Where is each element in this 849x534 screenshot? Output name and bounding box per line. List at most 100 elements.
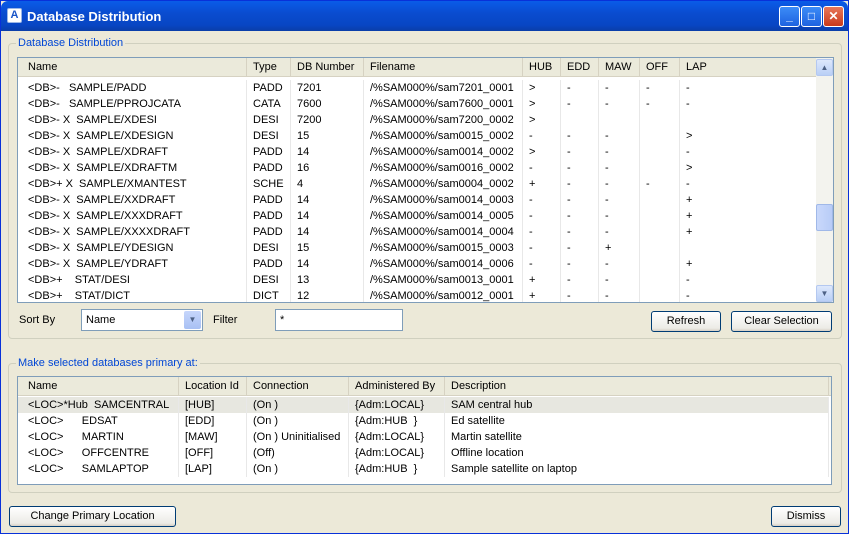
- table-cell: -: [561, 256, 599, 272]
- table-cell: -: [680, 80, 817, 96]
- title-bar[interactable]: A Database Distribution _ □ ✕: [1, 1, 848, 31]
- column-header[interactable]: Name: [22, 58, 247, 76]
- table-cell: [640, 256, 680, 272]
- table-cell: /%SAM000%/sam0014_0003: [364, 192, 523, 208]
- table-row[interactable]: <DB>- SAMPLE/PADD PADD 7201/%SAM000%/sam72…: [18, 80, 817, 96]
- table-cell: /%SAM000%/sam0014_0002: [364, 144, 523, 160]
- table-cell: SAM central hub: [445, 397, 829, 413]
- table-cell: /%SAM000%/sam0013_0001: [364, 272, 523, 288]
- column-header[interactable]: Name: [22, 377, 179, 395]
- table-cell: 14: [291, 256, 364, 272]
- table-cell: -: [599, 160, 640, 176]
- table-cell: -: [561, 288, 599, 302]
- table-cell: [640, 144, 680, 160]
- table-cell: (Off): [247, 445, 349, 461]
- table-cell: -: [561, 128, 599, 144]
- column-header[interactable]: EDD: [561, 58, 599, 76]
- scroll-thumb[interactable]: [816, 204, 833, 231]
- change-primary-location-button[interactable]: Change Primary Location: [9, 506, 176, 527]
- table-cell: 16: [291, 160, 364, 176]
- primary-location-group-label: Make selected databases primary at:: [16, 357, 200, 369]
- table-cell: [640, 288, 680, 302]
- column-header[interactable]: LAP: [680, 58, 817, 76]
- table-cell: <DB>- X SAMPLE/XDRAFTM: [22, 160, 247, 176]
- table-cell: [640, 224, 680, 240]
- table-cell: >: [680, 160, 817, 176]
- table-row[interactable]: <DB>+ X SAMPLE/XMANTEST SCHE 4/%SAM000%/sa…: [18, 176, 817, 192]
- column-header[interactable]: Location Id: [179, 377, 247, 395]
- table-row[interactable]: <DB>- X SAMPLE/XDRAFTM PADD 16/%SAM000%/sa…: [18, 160, 817, 176]
- table-cell: 4: [291, 176, 364, 192]
- table-cell: DESI: [247, 272, 291, 288]
- table-row[interactable]: <DB>- SAMPLE/PPROJCATA CATA 7600/%SAM000%/…: [18, 96, 817, 112]
- table-cell: -: [561, 176, 599, 192]
- clear-selection-button[interactable]: Clear Selection: [731, 311, 832, 332]
- table-row[interactable]: <LOC>*Hub SAMCENTRAL [HUB] (On ) {Adm:LOCAL…: [18, 397, 829, 413]
- column-header[interactable]: Type: [247, 58, 291, 76]
- table-cell: /%SAM000%/sam0014_0004: [364, 224, 523, 240]
- table-cell: (On ): [247, 413, 349, 429]
- column-header[interactable]: Administered By: [349, 377, 445, 395]
- table-cell: -: [561, 96, 599, 112]
- table-cell: DICT: [247, 288, 291, 302]
- scroll-down-arrow-icon[interactable]: ▼: [816, 285, 833, 302]
- minimize-button[interactable]: _: [779, 6, 800, 27]
- table-cell: -: [680, 144, 817, 160]
- table-row[interactable]: <DB>- X SAMPLE/XDESIGN DESI 15/%SAM000%/sa…: [18, 128, 817, 144]
- table-row[interactable]: <DB>- X SAMPLE/XDRAFT PADD 14/%SAM000%/sam…: [18, 144, 817, 160]
- table-row[interactable]: <DB>- X SAMPLE/YDESIGN DESI 15/%SAM000%/sa…: [18, 240, 817, 256]
- chevron-down-icon[interactable]: ▼: [184, 311, 201, 329]
- table-cell: /%SAM000%/sam0012_0001: [364, 288, 523, 302]
- scroll-up-arrow-icon[interactable]: ▲: [816, 59, 833, 76]
- table-cell: 7201: [291, 80, 364, 96]
- table-cell: -: [599, 192, 640, 208]
- table-cell: [HUB]: [179, 397, 247, 413]
- maximize-button[interactable]: □: [801, 6, 822, 27]
- table-row[interactable]: <DB>- X SAMPLE/XXDRAFT PADD 14/%SAM000%/sa…: [18, 192, 817, 208]
- column-header[interactable]: Description: [445, 377, 829, 395]
- table-cell: PADD: [247, 160, 291, 176]
- table-cell: -: [523, 208, 561, 224]
- location-list[interactable]: Name Location Id Connection Administered By…: [17, 376, 832, 485]
- column-header[interactable]: OFF: [640, 58, 680, 76]
- table-cell: SCHE: [247, 176, 291, 192]
- table-cell: <LOC>*Hub SAMCENTRAL: [22, 397, 179, 413]
- database-distribution-group-label: Database Distribution: [16, 37, 126, 49]
- table-cell: [561, 112, 599, 128]
- table-cell: <DB>- X SAMPLE/XDRAFT: [22, 144, 247, 160]
- column-header[interactable]: MAW: [599, 58, 640, 76]
- column-header[interactable]: DB Number: [291, 58, 364, 76]
- table-cell: >: [523, 112, 561, 128]
- column-header[interactable]: Filename: [364, 58, 523, 76]
- table-cell: [680, 240, 817, 256]
- table-cell: DESI: [247, 112, 291, 128]
- database-list[interactable]: Name Type DB Number Filename HUB EDD MAW OFF LAP…: [17, 57, 834, 303]
- table-row[interactable]: <DB>- X SAMPLE/XXXXDRAFT PADD 14/%SAM000%/…: [18, 224, 817, 240]
- table-cell: -: [561, 208, 599, 224]
- column-header[interactable]: HUB: [523, 58, 561, 76]
- table-row[interactable]: <DB>- X SAMPLE/YDRAFT PADD 14/%SAM000%/sam…: [18, 256, 817, 272]
- filter-input[interactable]: [275, 309, 403, 331]
- close-button[interactable]: ✕: [823, 6, 844, 27]
- filter-label: Filter: [213, 314, 238, 326]
- table-row[interactable]: <DB>+ STAT/DICT DICT 12/%SAM000%/sam0012_0…: [18, 288, 817, 302]
- table-row[interactable]: <DB>- X SAMPLE/XXXDRAFT PADD 14/%SAM000%/s…: [18, 208, 817, 224]
- table-cell: [OFF]: [179, 445, 247, 461]
- table-row[interactable]: <DB>- X SAMPLE/XDESI DESI 7200/%SAM000%/sa…: [18, 112, 817, 128]
- refresh-button[interactable]: Refresh: [651, 311, 721, 332]
- table-cell: -: [640, 176, 680, 192]
- column-header[interactable]: Connection: [247, 377, 349, 395]
- table-row[interactable]: <DB>+ STAT/DESI DESI 13/%SAM000%/sam0013_0…: [18, 272, 817, 288]
- table-row[interactable]: <LOC> SAMLAPTOP [LAP] (On ) {Adm:HUB } Sampl…: [18, 461, 829, 477]
- sort-by-dropdown[interactable]: Name ▼: [81, 309, 203, 331]
- table-cell: -: [523, 192, 561, 208]
- table-cell: /%SAM000%/sam0015_0002: [364, 128, 523, 144]
- database-list-scrollbar[interactable]: ▲ ▼: [816, 58, 833, 302]
- table-row[interactable]: <LOC> EDSAT [EDD] (On ) {Adm:HUB } Ed satell…: [18, 413, 829, 429]
- table-cell: <LOC> MARTIN: [22, 429, 179, 445]
- dismiss-button[interactable]: Dismiss: [771, 506, 841, 527]
- table-cell: -: [523, 240, 561, 256]
- table-row[interactable]: <LOC> OFFCENTRE [OFF] (Off) {Adm:LOCAL} Offl…: [18, 445, 829, 461]
- table-row[interactable]: <LOC> MARTIN [MAW] (On ) Uninitialised {Adm…: [18, 429, 829, 445]
- table-cell: -: [561, 192, 599, 208]
